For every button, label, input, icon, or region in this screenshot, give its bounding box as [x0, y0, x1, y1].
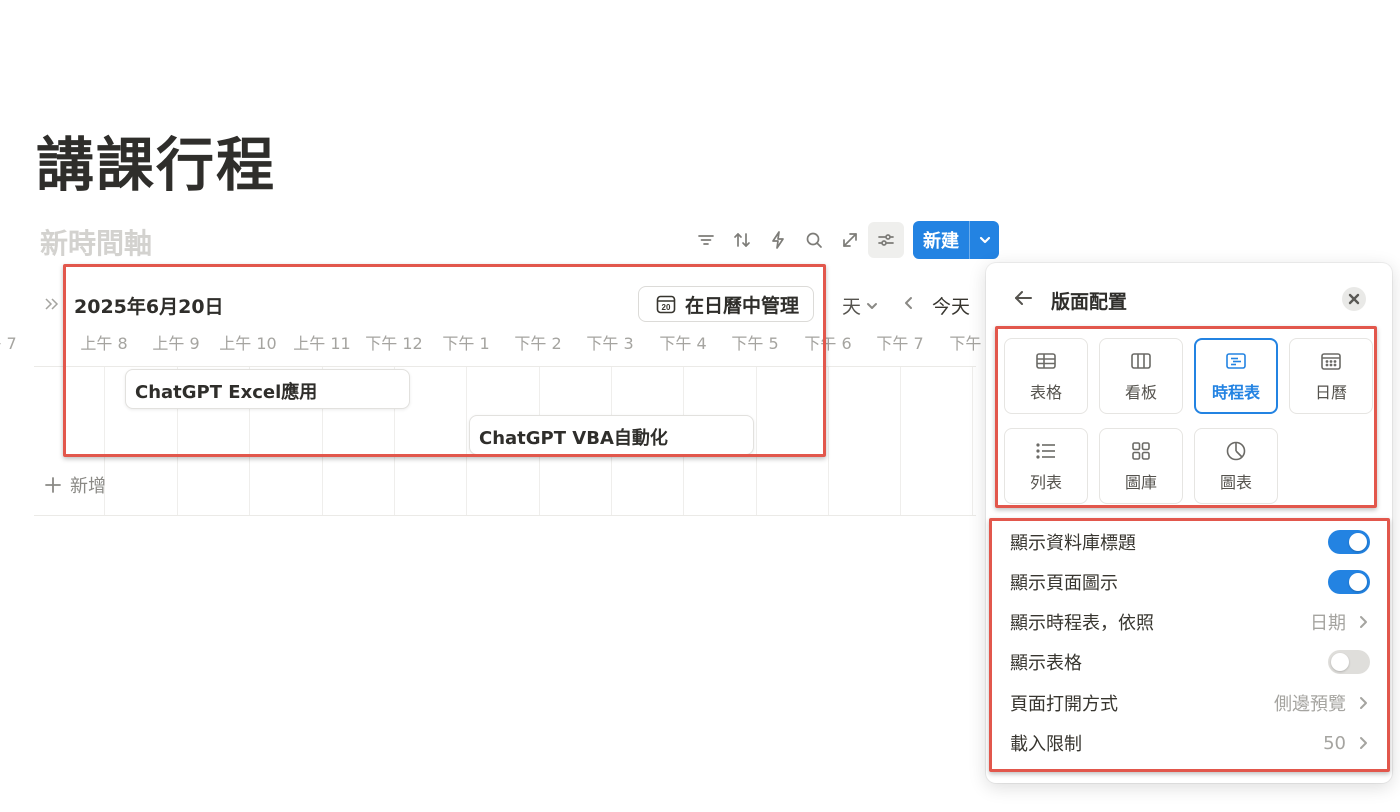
timeline-date: 2025年6月20日	[74, 296, 224, 318]
chevron-right-icon	[1360, 616, 1367, 628]
hour-label: 上午 11	[293, 334, 351, 353]
setting-show-table[interactable]: 顯示表格	[1010, 642, 1370, 682]
calendar-icon: 20	[656, 295, 676, 314]
setting-value-text: 側邊預覽	[1274, 694, 1346, 715]
setting-value: 側邊預覽	[1274, 690, 1370, 716]
toggle-switch[interactable]	[1328, 570, 1370, 594]
layout-option-label: 日曆	[1314, 383, 1347, 402]
layout-option-label: 列表	[1029, 473, 1062, 492]
arrow-left-icon[interactable]	[1012, 287, 1034, 309]
grid-line	[466, 367, 467, 515]
hour-label: 上午 10	[219, 334, 277, 353]
setting-show-timeline-by[interactable]: 顯示時程表，依照 日期	[1010, 602, 1370, 642]
zoom-select-label: 天	[842, 296, 862, 318]
layout-option-label: 圖庫	[1124, 473, 1157, 492]
layout-option-table[interactable]: 表格	[1004, 338, 1088, 414]
double-chevron-right-icon[interactable]	[40, 292, 64, 316]
setting-open-pages-in[interactable]: 頁面打開方式 側邊預覽	[1010, 683, 1370, 723]
layout-option-label: 看板	[1124, 383, 1157, 402]
page-title[interactable]: 講課行程	[36, 118, 276, 202]
timeline-header: 2025年6月20日 20 在日曆中管理 天 今天	[36, 284, 986, 324]
timeline-event[interactable]: ChatGPT VBA自動化	[469, 415, 754, 455]
view-title[interactable]: 新時間軸	[40, 222, 152, 262]
grid-line	[900, 367, 901, 515]
hour-label: 下午 7	[876, 334, 924, 353]
settings-sliders-icon[interactable]	[868, 222, 904, 258]
panel-title: 版面配置	[1051, 291, 1128, 313]
add-new-label: 新增	[70, 476, 106, 497]
search-icon[interactable]	[796, 222, 832, 258]
filter-icon[interactable]	[688, 222, 724, 258]
setting-label: 顯示頁面圖示	[1010, 573, 1118, 594]
setting-label: 頁面打開方式	[1010, 694, 1118, 715]
layout-option-board[interactable]: 看板	[1099, 338, 1183, 414]
hour-label: 下午 3	[586, 334, 634, 353]
calendar-icon	[1321, 353, 1341, 370]
hour-label: 下午 6	[804, 334, 852, 353]
chevron-right-icon	[1360, 697, 1367, 709]
setting-value: 日期	[1310, 609, 1370, 635]
hour-label: 午 7	[0, 334, 17, 353]
grid-line	[756, 367, 757, 515]
view-toolbar: 新建	[688, 221, 999, 259]
chart-icon	[1226, 441, 1246, 461]
setting-label: 顯示資料庫標題	[1010, 533, 1136, 554]
setting-value: 50	[1323, 733, 1370, 754]
layout-option-timeline[interactable]: 時程表	[1194, 338, 1278, 414]
hour-label: 下午 12	[365, 334, 423, 353]
plus-icon	[45, 477, 61, 493]
hour-label: 下午 4	[659, 334, 707, 353]
setting-show-db-title[interactable]: 顯示資料庫標題	[1010, 522, 1370, 562]
hour-labels: 午 7 上午 8 上午 9 上午 10 上午 11 下午 12 下午 1 下午 …	[0, 330, 986, 356]
manage-in-calendar-button[interactable]: 20 在日曆中管理	[638, 286, 815, 322]
table-icon	[1036, 353, 1056, 369]
setting-label: 載入限制	[1010, 734, 1082, 755]
hour-label: 下午 5	[731, 334, 779, 353]
hour-label: 下午 8	[949, 334, 986, 353]
close-icon[interactable]	[1342, 287, 1366, 311]
hour-label: 下午 2	[514, 334, 562, 353]
sort-icon[interactable]	[724, 222, 760, 258]
layout-option-label: 表格	[1029, 383, 1062, 402]
today-button[interactable]: 今天	[932, 292, 970, 319]
chevron-right-icon	[1360, 737, 1367, 749]
layout-option-calendar[interactable]: 日曆	[1289, 338, 1373, 414]
layout-panel: 版面配置 表格 看板 時程表 日曆 列表 圖庫 圖表 顯示資料庫標題 顯示頁面圖…	[986, 263, 1392, 783]
setting-label: 顯示表格	[1010, 653, 1082, 674]
hour-label: 上午 9	[152, 334, 200, 353]
add-new-button[interactable]: 新增	[44, 472, 106, 498]
setting-show-page-icon[interactable]: 顯示頁面圖示	[1010, 562, 1370, 602]
hour-label: 下午 1	[442, 334, 490, 353]
layout-option-label: 時程表	[1211, 383, 1260, 402]
zoom-select[interactable]: 天	[842, 292, 879, 319]
svg-text:20: 20	[662, 303, 671, 312]
new-button-group: 新建	[913, 221, 999, 259]
setting-value-text: 日期	[1310, 613, 1346, 634]
chevron-down-icon	[979, 236, 990, 244]
toggle-switch[interactable]	[1328, 650, 1370, 674]
hour-label: 上午 8	[80, 334, 128, 353]
board-icon	[1131, 353, 1151, 369]
grid-line	[828, 367, 829, 515]
layout-option-list[interactable]: 列表	[1004, 428, 1088, 504]
expand-icon[interactable]	[832, 222, 868, 258]
gallery-icon	[1132, 442, 1150, 460]
layout-option-gallery[interactable]: 圖庫	[1099, 428, 1183, 504]
setting-value-text: 50	[1323, 732, 1346, 754]
setting-load-limit[interactable]: 載入限制 50	[1010, 723, 1370, 763]
timeline-icon	[1226, 353, 1246, 369]
list-icon	[1036, 443, 1055, 459]
chevron-left-icon[interactable]	[902, 295, 916, 314]
chevron-down-icon	[867, 302, 878, 309]
layout-option-chart[interactable]: 圖表	[1194, 428, 1278, 504]
manage-in-calendar-label: 在日曆中管理	[685, 294, 800, 317]
new-dropdown-button[interactable]	[969, 221, 999, 259]
layout-option-label: 圖表	[1219, 473, 1252, 492]
toggle-switch[interactable]	[1328, 530, 1370, 554]
grid-line	[972, 367, 973, 515]
automation-icon[interactable]	[760, 222, 796, 258]
setting-label: 顯示時程表，依照	[1010, 613, 1154, 634]
timeline-event[interactable]: ChatGPT Excel應用	[125, 369, 410, 409]
new-button[interactable]: 新建	[913, 221, 969, 259]
